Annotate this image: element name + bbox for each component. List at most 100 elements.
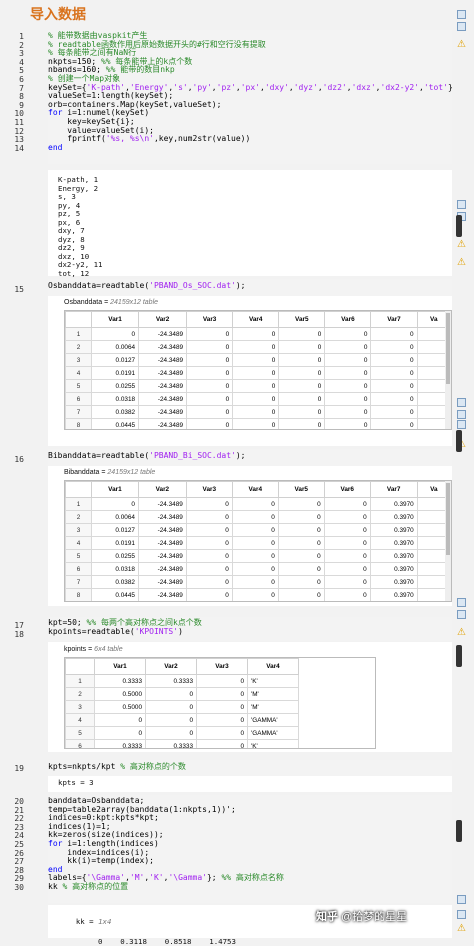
table-cell[interactable]: 0.3970 [370, 563, 417, 576]
table-cell[interactable]: 0 [279, 341, 325, 354]
table-cell[interactable]: 0 [324, 498, 370, 511]
table-cell[interactable]: -24.3489 [139, 367, 187, 380]
table-cell[interactable]: -24.3489 [139, 406, 187, 419]
table-cell[interactable]: 0.0255 [91, 550, 138, 563]
table-cell[interactable]: 0 [325, 380, 371, 393]
table-cell[interactable]: 0 [232, 576, 278, 589]
table-cell[interactable]: 0 [187, 419, 233, 431]
table-cell[interactable]: 0 [197, 714, 248, 727]
column-header[interactable]: Var3 [187, 312, 233, 328]
table-cell[interactable]: 0 [325, 367, 371, 380]
table-cell[interactable]: -24.3489 [138, 550, 186, 563]
table-cell[interactable]: 0 [325, 354, 371, 367]
table-cell[interactable]: 0 [278, 550, 324, 563]
code-line[interactable]: kpts=nkpts/kpt % 高对称点的个数 [48, 763, 452, 772]
table-cell[interactable]: 0 [371, 393, 417, 406]
table-cell[interactable]: 'K' [248, 740, 299, 750]
table-cell[interactable]: 0.0127 [91, 524, 138, 537]
code-block-1[interactable]: % 能带数据由vaspkit产生% readtable函数作用后原始数据开头的#… [48, 30, 452, 164]
table-cell[interactable]: 0 [279, 419, 325, 431]
table-cell[interactable]: 0 [278, 498, 324, 511]
column-header[interactable]: Var2 [138, 482, 186, 498]
table-cell[interactable]: 0 [186, 576, 232, 589]
table-cell[interactable]: 0 [186, 550, 232, 563]
code-line[interactable]: Bibanddata=readtable('PBAND_Bi_SOC.dat')… [48, 452, 452, 461]
column-header[interactable]: Var4 [233, 312, 279, 328]
table-cell[interactable]: -24.3489 [138, 602, 186, 603]
table-cell[interactable]: 0 [146, 688, 197, 701]
table-cell[interactable]: 0 [233, 354, 279, 367]
table-cell[interactable]: 0 [324, 589, 370, 602]
table-cell[interactable]: -24.3489 [139, 419, 187, 431]
table-cell[interactable]: 0 [146, 701, 197, 714]
table-cell[interactable]: 0.3970 [370, 550, 417, 563]
table-kpoints-viewer[interactable]: Var1Var2Var3Var410.33330.33330'K'20.5000… [64, 657, 376, 749]
table-cell[interactable]: 0 [146, 727, 197, 740]
table-cell[interactable]: 0 [278, 524, 324, 537]
table-cell[interactable]: 0 [232, 498, 278, 511]
column-header[interactable]: Var3 [186, 482, 232, 498]
table-cell[interactable]: 0 [186, 537, 232, 550]
warning-icon[interactable]: ⚠ [457, 240, 466, 249]
code-line[interactable]: Osbanddata=readtable('PBAND_Os_SOC.dat')… [48, 282, 452, 291]
table-cell[interactable]: 0 [278, 602, 324, 603]
table-cell[interactable]: 0.3333 [146, 675, 197, 688]
warning-icon[interactable]: ⚠ [457, 924, 466, 933]
table-cell[interactable]: 0 [324, 602, 370, 603]
table-cell[interactable]: 0.0064 [92, 341, 139, 354]
code-line-16[interactable]: Bibanddata=readtable('PBAND_Bi_SOC.dat')… [48, 449, 452, 466]
table-cell[interactable]: 0 [324, 537, 370, 550]
table-cell[interactable]: 0.3970 [370, 576, 417, 589]
table-cell[interactable]: -24.3489 [139, 328, 187, 341]
table-cell[interactable]: 'GAMMA' [248, 727, 299, 740]
table-cell[interactable]: 0 [279, 328, 325, 341]
row-number[interactable]: 1 [66, 498, 92, 511]
code-line[interactable]: kpoints=readtable('KPOINTS') [48, 628, 452, 637]
table-cell[interactable]: -24.3489 [138, 524, 186, 537]
row-number[interactable]: 1 [66, 328, 92, 341]
table-cell[interactable]: -24.3489 [139, 354, 187, 367]
table-cell[interactable]: 0 [232, 511, 278, 524]
output-icon[interactable] [457, 910, 466, 919]
output-icon[interactable] [457, 10, 466, 19]
column-header[interactable]: Var6 [324, 482, 370, 498]
output-icon[interactable] [457, 895, 466, 904]
table-cell[interactable]: 0 [91, 498, 138, 511]
output-scrollbar[interactable] [456, 820, 462, 842]
table-cell[interactable]: 0.0064 [91, 511, 138, 524]
table-cell[interactable]: 0 [279, 380, 325, 393]
table-cell[interactable]: 0.0191 [92, 367, 139, 380]
row-number[interactable]: 2 [66, 688, 95, 701]
column-header[interactable]: Var7 [370, 482, 417, 498]
table-cell[interactable]: 0.5000 [95, 688, 146, 701]
code-line-19[interactable]: kpts=nkpts/kpt % 高对称点的个数 [48, 760, 452, 777]
table-cell[interactable]: 0 [233, 419, 279, 431]
table-cell[interactable]: -24.3489 [138, 511, 186, 524]
row-number[interactable]: 8 [66, 589, 92, 602]
table-cell[interactable]: 0 [197, 675, 248, 688]
table-cell[interactable]: 0 [187, 367, 233, 380]
table-cell[interactable]: 'GAMMA' [248, 714, 299, 727]
code-block-2[interactable]: banddata=Osbanddata;temp=table2array(ban… [48, 795, 452, 903]
table-cell[interactable]: 0 [324, 550, 370, 563]
table-cell[interactable]: 0 [324, 576, 370, 589]
table-cell[interactable]: 0 [371, 354, 417, 367]
row-number[interactable]: 5 [66, 550, 92, 563]
output-icon[interactable] [457, 610, 466, 619]
column-header[interactable]: Var1 [92, 312, 139, 328]
table-cell[interactable]: 0 [279, 367, 325, 380]
column-header[interactable]: Var5 [278, 482, 324, 498]
table-cell[interactable]: 0 [232, 524, 278, 537]
table-cell[interactable]: 0.0318 [91, 563, 138, 576]
column-header[interactable]: Var2 [146, 659, 197, 675]
table-cell[interactable]: 0 [232, 537, 278, 550]
scroll-thumb[interactable] [446, 483, 450, 555]
table-cell[interactable]: 0 [186, 602, 232, 603]
table-cell[interactable]: 0 [186, 498, 232, 511]
table-cell[interactable]: 0 [232, 550, 278, 563]
table-cell[interactable]: 0 [187, 406, 233, 419]
table-cell[interactable] [417, 602, 450, 603]
column-header[interactable]: Var2 [139, 312, 187, 328]
table-cell[interactable]: 0 [233, 393, 279, 406]
output-scrollbar[interactable] [456, 645, 462, 667]
